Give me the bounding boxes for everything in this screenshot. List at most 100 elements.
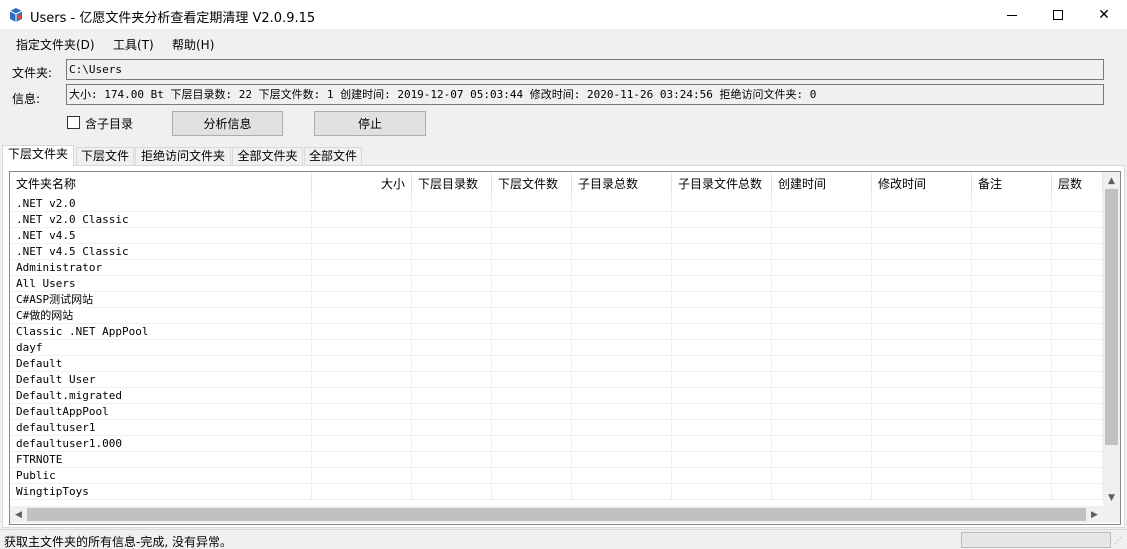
list-cell xyxy=(572,292,672,308)
column-header-remarks[interactable]: 备注 xyxy=(972,172,1052,196)
resize-grip-icon[interactable]: ⋰ xyxy=(1114,536,1125,547)
list-cell xyxy=(772,436,872,452)
vertical-scroll-thumb[interactable] xyxy=(1105,189,1118,445)
scroll-right-icon[interactable]: ▶ xyxy=(1086,506,1103,523)
list-cell xyxy=(872,372,972,388)
include-subdirs-checkbox[interactable] xyxy=(67,116,80,129)
status-text: 获取主文件夹的所有信息-完成, 没有异常。 xyxy=(4,535,232,549)
folder-path-field[interactable]: C:\Users xyxy=(66,59,1104,80)
analyze-button[interactable]: 分析信息 xyxy=(172,111,283,136)
list-item[interactable]: Classic .NET AppPool xyxy=(10,324,1103,340)
column-header-modified[interactable]: 修改时间 xyxy=(872,172,972,196)
list-cell xyxy=(312,436,412,452)
list-cell xyxy=(672,436,772,452)
scroll-down-icon[interactable]: ▼ xyxy=(1103,489,1120,506)
list-item[interactable]: Administrator xyxy=(10,260,1103,276)
folder-label: 文件夹: xyxy=(12,66,53,80)
list-cell xyxy=(492,484,572,500)
folder-list[interactable]: 文件夹名称 大小 下层目录数 下层文件数 子目录总数 子目录文件总数 创建时间 … xyxy=(9,171,1121,525)
stop-button[interactable]: 停止 xyxy=(314,111,426,136)
list-item[interactable]: Public xyxy=(10,468,1103,484)
list-cell xyxy=(672,212,772,228)
folder-name-cell: FTRNOTE xyxy=(10,452,312,468)
list-cell xyxy=(492,292,572,308)
list-cell xyxy=(672,196,772,212)
list-item[interactable]: C#ASP测试网站 xyxy=(10,292,1103,308)
list-cell xyxy=(1052,276,1103,292)
list-item[interactable]: .NET v2.0 Classic xyxy=(10,212,1103,228)
list-item[interactable]: dayf xyxy=(10,340,1103,356)
info-field: 大小: 174.00 Bt 下层目录数: 22 下层文件数: 1 创建时间: 2… xyxy=(66,84,1104,105)
list-cell xyxy=(772,388,872,404)
menu-help[interactable]: 帮助(H) xyxy=(172,36,214,53)
column-header-size[interactable]: 大小 xyxy=(312,172,412,196)
list-cell xyxy=(572,372,672,388)
tab-subfiles[interactable]: 下层文件 xyxy=(76,147,134,165)
list-cell xyxy=(572,420,672,436)
list-item[interactable]: C#做的网站 xyxy=(10,308,1103,324)
list-cell xyxy=(412,196,492,212)
folder-name-cell: Public xyxy=(10,468,312,484)
list-item[interactable]: Default xyxy=(10,356,1103,372)
list-cell xyxy=(872,388,972,404)
list-cell xyxy=(492,276,572,292)
list-cell xyxy=(972,484,1052,500)
list-item[interactable]: defaultuser1.000 xyxy=(10,436,1103,452)
menu-tools[interactable]: 工具(T) xyxy=(113,36,154,53)
list-item[interactable]: FTRNOTE xyxy=(10,452,1103,468)
list-cell xyxy=(872,292,972,308)
list-cell xyxy=(872,324,972,340)
column-header-level[interactable]: 层数 xyxy=(1052,172,1103,196)
minimize-icon xyxy=(1007,14,1017,16)
list-cell xyxy=(672,388,772,404)
tab-panel: 文件夹名称 大小 下层目录数 下层文件数 子目录总数 子目录文件总数 创建时间 … xyxy=(2,165,1125,528)
list-cell xyxy=(312,356,412,372)
column-header-name[interactable]: 文件夹名称 xyxy=(10,172,312,196)
list-item[interactable]: .NET v2.0 xyxy=(10,196,1103,212)
list-item[interactable]: Default.migrated xyxy=(10,388,1103,404)
tab-all-files[interactable]: 全部文件 xyxy=(304,147,362,165)
tab-subfolders[interactable]: 下层文件夹 xyxy=(2,145,74,166)
folder-name-cell: C#ASP测试网站 xyxy=(10,292,312,308)
list-cell xyxy=(872,340,972,356)
list-cell xyxy=(412,212,492,228)
scroll-up-icon[interactable]: ▲ xyxy=(1103,172,1120,189)
column-header-created[interactable]: 创建时间 xyxy=(772,172,872,196)
column-header-subdir-count[interactable]: 下层目录数 xyxy=(412,172,492,196)
list-item[interactable]: Default User xyxy=(10,372,1103,388)
tab-denied-folders[interactable]: 拒绝访问文件夹 xyxy=(135,147,231,165)
horizontal-scroll-thumb[interactable] xyxy=(27,508,1086,521)
menu-specify-folder[interactable]: 指定文件夹(D) xyxy=(16,36,95,53)
list-item[interactable]: defaultuser1 xyxy=(10,420,1103,436)
list-cell xyxy=(1052,244,1103,260)
column-header-total-subdirs[interactable]: 子目录总数 xyxy=(572,172,672,196)
list-cell xyxy=(972,276,1052,292)
maximize-button[interactable] xyxy=(1035,0,1081,30)
column-header-subfile-count[interactable]: 下层文件数 xyxy=(492,172,572,196)
list-cell xyxy=(412,372,492,388)
list-cell xyxy=(312,340,412,356)
include-subdirs-label[interactable]: 含子目录 xyxy=(85,115,133,132)
list-cell xyxy=(972,292,1052,308)
list-item[interactable]: WingtipToys xyxy=(10,484,1103,500)
list-item[interactable]: .NET v4.5 Classic xyxy=(10,244,1103,260)
list-cell xyxy=(492,404,572,420)
folder-name-cell: WingtipToys xyxy=(10,484,312,500)
vertical-scrollbar[interactable]: ▲ ▼ xyxy=(1103,172,1120,506)
close-button[interactable]: ✕ xyxy=(1081,0,1127,30)
list-item[interactable]: .NET v4.5 xyxy=(10,228,1103,244)
list-cell xyxy=(572,340,672,356)
list-cell xyxy=(772,356,872,372)
list-cell xyxy=(412,276,492,292)
list-item[interactable]: All Users xyxy=(10,276,1103,292)
list-cell xyxy=(492,244,572,260)
scroll-left-icon[interactable]: ◀ xyxy=(10,506,27,523)
tab-all-folders[interactable]: 全部文件夹 xyxy=(232,147,303,165)
column-header-total-subdir-files[interactable]: 子目录文件总数 xyxy=(672,172,772,196)
list-cell xyxy=(772,292,872,308)
list-cell xyxy=(772,276,872,292)
minimize-button[interactable] xyxy=(989,0,1035,30)
list-item[interactable]: DefaultAppPool xyxy=(10,404,1103,420)
horizontal-scrollbar[interactable]: ◀ ▶ xyxy=(10,506,1103,523)
list-cell xyxy=(772,324,872,340)
